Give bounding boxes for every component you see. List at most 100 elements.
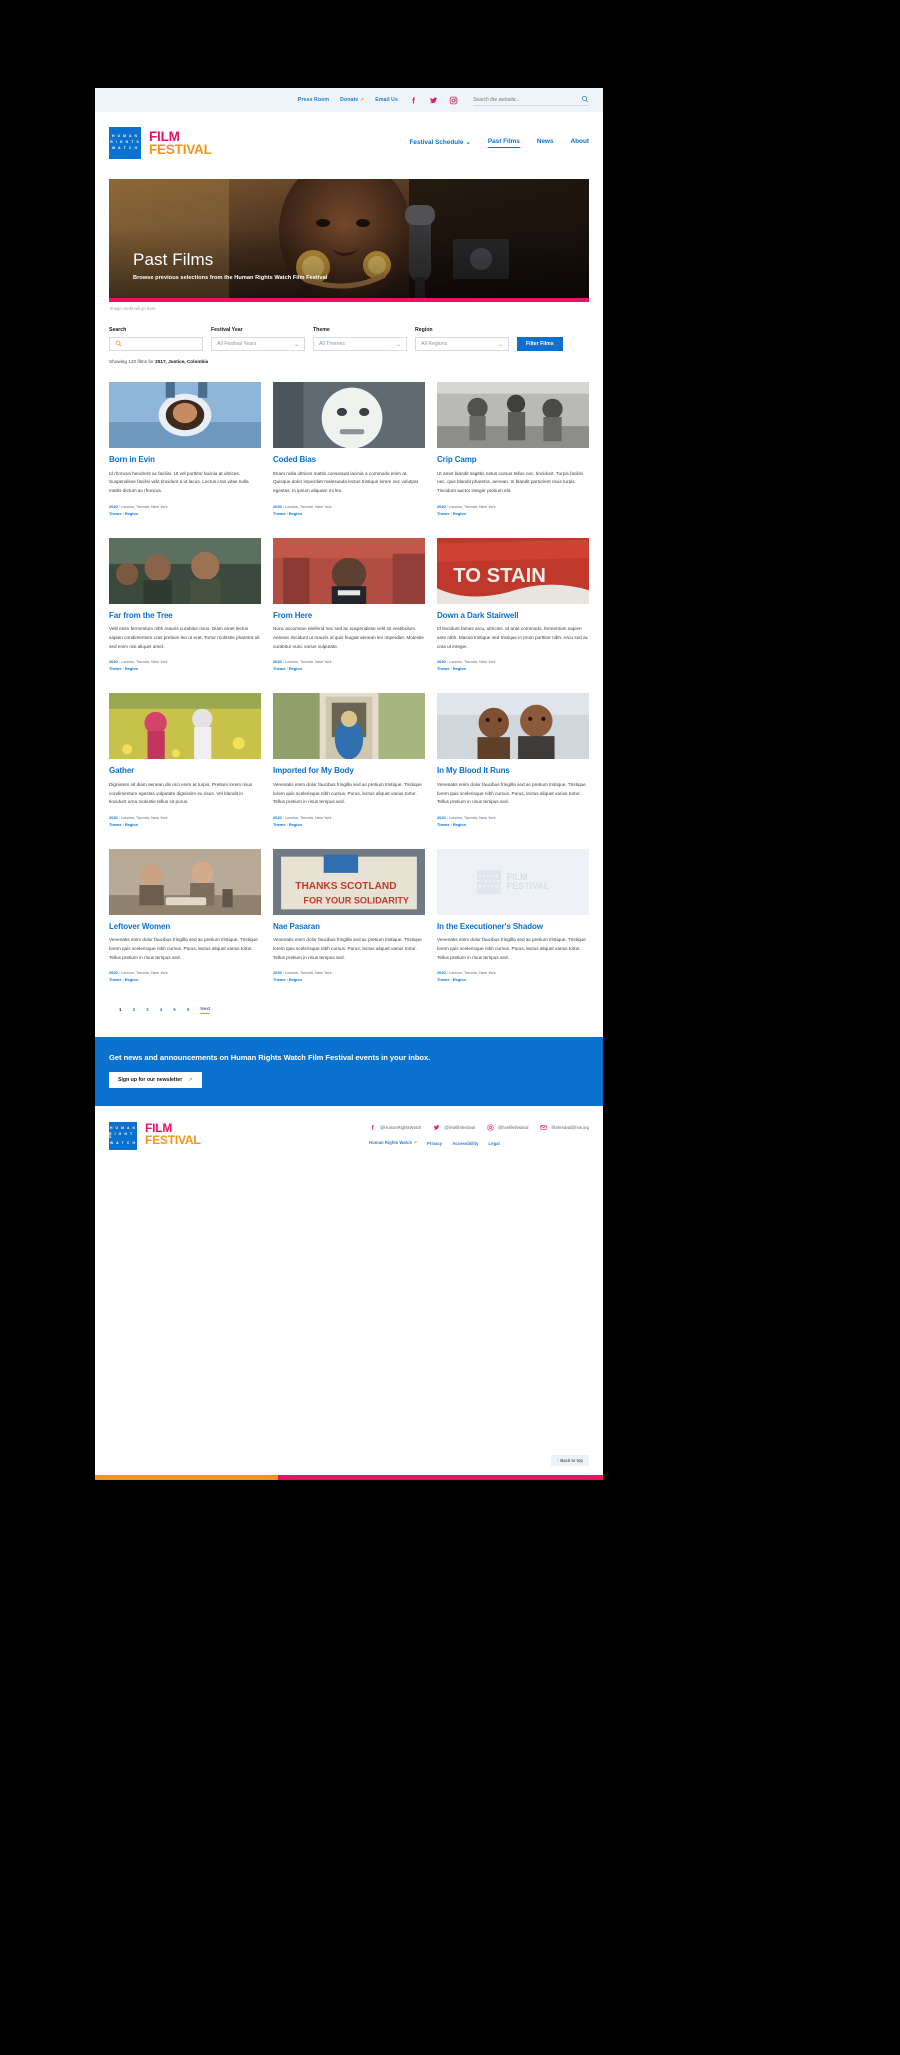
nav-item-festival-schedule[interactable]: Festival Schedule ⌄: [410, 138, 471, 149]
film-thumbnail[interactable]: [109, 537, 261, 604]
film-theme[interactable]: Theme: [273, 977, 286, 982]
film-theme[interactable]: Theme: [437, 666, 450, 671]
film-thumbnail[interactable]: [109, 693, 261, 760]
nav-item-past-films[interactable]: Past Films: [487, 138, 520, 148]
filter-select-festival-year[interactable]: All Festival Years ⌄: [211, 337, 305, 351]
film-title[interactable]: Nae Pasaran: [273, 922, 425, 932]
site-search[interactable]: [473, 94, 589, 106]
film-card[interactable]: Leftover Women Venenatis enim dolor fauc…: [109, 848, 261, 985]
film-year: 2020: [109, 659, 118, 665]
film-theme[interactable]: Theme: [109, 822, 122, 827]
film-card[interactable]: TO STAIN Down a Dark Stairwell Id tincid…: [437, 537, 589, 674]
film-region[interactable]: Region: [453, 977, 466, 982]
utility-link-email-us[interactable]: Email Us: [375, 97, 398, 103]
film-thumbnail[interactable]: [273, 693, 425, 760]
film-title[interactable]: Born in Evin: [109, 455, 261, 465]
pagination-page-2[interactable]: 2: [133, 1007, 136, 1012]
film-title[interactable]: Leftover Women: [109, 922, 261, 932]
pagination-page-6[interactable]: 6: [187, 1007, 190, 1012]
film-card[interactable]: THANKS SCOTLAND FOR YOUR SOLIDARITY Nae …: [273, 848, 425, 985]
film-title[interactable]: Crip Camp: [437, 455, 589, 465]
film-title[interactable]: Far from the Tree: [109, 611, 261, 621]
footer-link-legal[interactable]: Legal: [488, 1141, 499, 1146]
film-title[interactable]: From Here: [273, 611, 425, 621]
pagination-page-3[interactable]: 3: [146, 1007, 149, 1012]
film-card[interactable]: From Here Nunc accumsan eleifend nec sed…: [273, 537, 425, 674]
film-title[interactable]: Down a Dark Stairwell: [437, 611, 589, 621]
film-region[interactable]: Region: [125, 822, 138, 827]
back-to-top-button[interactable]: ↑ Back to top: [550, 1455, 589, 1466]
site-logo[interactable]: H U M A N R I G H T S W A T C H FILM FES…: [109, 127, 212, 159]
footer-social-twitter-handle: @hrwfilmfestival: [444, 1125, 475, 1131]
film-theme[interactable]: Theme: [273, 822, 286, 827]
film-region[interactable]: Region: [289, 822, 302, 827]
film-theme[interactable]: Theme: [437, 822, 450, 827]
film-region[interactable]: Region: [453, 822, 466, 827]
film-thumbnail[interactable]: [109, 382, 261, 448]
film-thumbnail[interactable]: [273, 537, 425, 604]
film-region[interactable]: Region: [125, 666, 138, 671]
pagination-page-1[interactable]: 1: [119, 1007, 122, 1012]
film-thumbnail[interactable]: TO STAIN: [437, 537, 589, 604]
film-title[interactable]: Gather: [109, 766, 261, 776]
film-region[interactable]: Region: [125, 511, 138, 516]
film-region[interactable]: Region: [453, 666, 466, 671]
filter-films-button[interactable]: Filter Films: [517, 337, 563, 351]
film-theme[interactable]: Theme: [437, 511, 450, 516]
facebook-icon[interactable]: [409, 96, 418, 105]
film-card[interactable]: Gather Dignissim sit diam aenean dis orc…: [109, 693, 261, 829]
film-thumbnail[interactable]: [437, 382, 589, 448]
film-thumbnail[interactable]: THANKS SCOTLAND FOR YOUR SOLIDARITY: [273, 848, 425, 915]
film-region[interactable]: Region: [453, 511, 466, 516]
film-region[interactable]: Region: [289, 511, 302, 516]
site-search-input[interactable]: [473, 96, 581, 103]
film-thumbnail[interactable]: [273, 382, 425, 448]
film-card[interactable]: In My Blood It Runs Venenatis enim dolor…: [437, 693, 589, 829]
film-card[interactable]: Crip Camp Ut amet blandit sagittis netus…: [437, 382, 589, 518]
film-region[interactable]: Region: [125, 977, 138, 982]
newsletter-signup-button[interactable]: Sign up for our newsletter ↗: [109, 1072, 202, 1089]
filter-select-theme[interactable]: All Themes ⌄: [313, 337, 407, 351]
footer-social-instagram[interactable]: @hrwfilmfestival: [487, 1124, 528, 1131]
film-card[interactable]: Far from the Tree Velit enim fermentum n…: [109, 537, 261, 674]
film-thumbnail[interactable]: [109, 848, 261, 915]
utility-link-press-room[interactable]: Press Room: [298, 97, 329, 103]
film-card[interactable]: Coded Bias Etiam nulla ultrices mattis c…: [273, 382, 425, 518]
nav-item-news[interactable]: News: [537, 138, 554, 148]
film-title[interactable]: In My Blood It Runs: [437, 766, 589, 776]
footer-social-facebook[interactable]: @HumanRightsWatch: [369, 1124, 421, 1131]
film-region[interactable]: Region: [289, 977, 302, 982]
film-card[interactable]: Born in Evin Id rhoncus hendrerit ac fac…: [109, 382, 261, 518]
filter-search-input[interactable]: [109, 337, 203, 351]
footer-social-email[interactable]: filmfestival@hrw.org: [540, 1124, 589, 1131]
film-theme[interactable]: Theme: [273, 511, 286, 516]
pagination-page-5[interactable]: 5: [173, 1007, 176, 1012]
footer-link-privacy[interactable]: Privacy: [427, 1141, 442, 1146]
film-theme[interactable]: Theme: [273, 666, 286, 671]
footer-social-twitter[interactable]: @hrwfilmfestival: [433, 1124, 475, 1131]
film-title[interactable]: In the Executioner's Shadow: [437, 922, 589, 932]
utility-link-donate[interactable]: Donate ↗: [340, 97, 364, 103]
nav-item-about[interactable]: About: [571, 138, 589, 148]
footer-link-human-rights-watch[interactable]: Human Rights Watch ↗: [369, 1140, 417, 1146]
film-card[interactable]: Imported for My Body Venenatis enim dolo…: [273, 693, 425, 829]
film-title[interactable]: Imported for My Body: [273, 766, 425, 776]
twitter-icon[interactable]: [429, 96, 438, 105]
film-card[interactable]: H U M A N R I G H T S W A T C H FILM FES…: [437, 848, 589, 985]
film-thumbnail-placeholder[interactable]: H U M A N R I G H T S W A T C H FILM FES…: [437, 848, 589, 915]
hrw-logo-line-2: R I G H T S: [110, 140, 140, 145]
footer-link-accessibility[interactable]: Accessibility: [452, 1141, 478, 1146]
instagram-icon[interactable]: [449, 96, 458, 105]
pagination-next-button[interactable]: Next: [200, 1006, 210, 1015]
film-theme[interactable]: Theme: [437, 977, 450, 982]
film-title[interactable]: Coded Bias: [273, 455, 425, 465]
filter-select-region[interactable]: All Regions ⌄: [415, 337, 509, 351]
film-region[interactable]: Region: [289, 666, 302, 671]
footer-logo[interactable]: H U M A N R I G H T S W A T C H FILM FES…: [109, 1122, 201, 1151]
film-theme[interactable]: Theme: [109, 666, 122, 671]
pagination-page-4[interactable]: 4: [160, 1007, 163, 1012]
film-theme[interactable]: Theme: [109, 977, 122, 982]
search-icon[interactable]: [581, 95, 589, 105]
film-thumbnail[interactable]: [437, 693, 589, 760]
film-theme[interactable]: Theme: [109, 511, 122, 516]
